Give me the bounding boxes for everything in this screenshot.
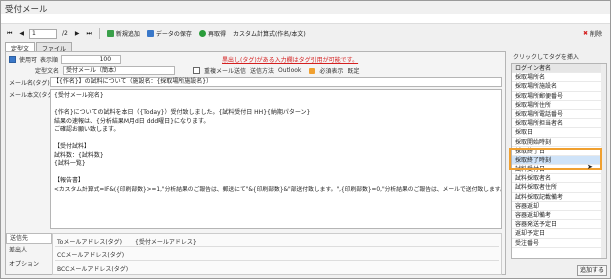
body-line: {受付メール宛名} — [54, 92, 104, 99]
tab-options[interactable]: オプション — [6, 258, 52, 272]
settings-row: 定型文名 受付メール（簡本） 重複メール送信 送信方法 Outlook 必須表示… — [9, 66, 359, 75]
mail-template-window: 受付メール ⏮ ◀ 1 /2 ▶ ⏭ 新規追加 データの保存 再取得 カスタム計… — [0, 0, 611, 279]
template-name-label: 定型文名 — [35, 68, 60, 75]
tag-item[interactable]: ログイン者名 — [512, 64, 606, 74]
body-line: 【受付試料】 — [54, 143, 91, 150]
display-order-label: 表示順 — [40, 57, 59, 64]
last-page-icon[interactable]: ⏭ — [85, 28, 94, 40]
display-order-input[interactable]: 100 — [61, 55, 122, 64]
new-label: 新規追加 — [115, 31, 140, 38]
cc-label: CCメールアドレス(タグ) — [57, 252, 125, 259]
body-line — [54, 101, 498, 110]
tag-item[interactable]: 容器発送予定日 — [512, 220, 606, 230]
body-line — [54, 135, 498, 144]
save-button[interactable]: データの保存 — [145, 28, 194, 40]
send-method-label: 送信方法 — [250, 68, 275, 75]
header-strip — [1, 14, 610, 24]
prev-page-icon[interactable]: ◀ — [17, 28, 26, 40]
usage-row: 使用可 表示順 100 — [9, 55, 122, 64]
to-input[interactable]: {受付メールアドレス} — [135, 237, 197, 246]
body-line: <カスタム計算式=IF&({印刷部数}>=1,"分析結果のご報告は、郵送にて"&… — [54, 186, 501, 193]
body-line — [54, 169, 498, 178]
body-line: 試料数：{試料数} — [54, 151, 104, 159]
custom-formula-button[interactable]: カスタム計算式(作名/本文) — [231, 28, 308, 40]
template-name-input[interactable]: 受付メール（簡本） — [63, 66, 176, 75]
divider — [55, 260, 499, 261]
use-checkbox[interactable] — [9, 56, 16, 63]
tag-item[interactable]: 試料採取者住所 — [512, 183, 606, 193]
save-label: データの保存 — [155, 31, 192, 38]
tag-item[interactable]: 採取開始時刻 — [512, 138, 606, 147]
divider — [55, 246, 499, 247]
tag-item[interactable]: 容器返却 — [512, 202, 606, 211]
next-page-icon[interactable]: ▶ — [73, 28, 82, 40]
body-line: ご確認お願い致します。 — [54, 126, 120, 133]
toolbar: ⏮ ◀ 1 /2 ▶ ⏭ 新規追加 データの保存 再取得 カスタム計算式(作名/… — [1, 25, 610, 42]
use-label: 使用可 — [19, 57, 38, 64]
tag-panel-header: クリックしてタグを挿入 — [513, 54, 579, 61]
body-label: メール本文(タグ) — [9, 92, 56, 99]
tag-item[interactable]: 採取場所施設名 — [512, 82, 606, 92]
page-number-input[interactable]: 1 — [29, 28, 58, 39]
dup-send-checkbox[interactable] — [193, 67, 201, 74]
importance-label: 必須表示 — [319, 68, 344, 75]
body-line: {試料一覧} — [54, 160, 86, 167]
delete-label: 削除 — [589, 31, 602, 38]
first-page-icon[interactable]: ⏮ — [5, 28, 14, 40]
tag-item[interactable]: 採取場所電話番号 — [512, 110, 606, 120]
subject-label: メール名(タグ) — [9, 80, 50, 87]
importance-value[interactable]: 既定 — [347, 66, 359, 75]
subject-input[interactable]: 【{作名}】の試料について（施設名：{採取場所施設名}） — [50, 77, 502, 87]
bcc-label: BCCメールアドレス(タグ) — [57, 266, 129, 273]
toolbar-divider — [98, 28, 100, 39]
recipient-panel: Toメールアドレス(タグ) {受付メールアドレス} CCメールアドレス(タグ) … — [52, 233, 502, 275]
body-line: {作名}についての試料を本日（{Today}）受付致しました。{試料受付日 HH… — [54, 109, 311, 116]
delete-button[interactable]: ✖ 削除 — [581, 28, 604, 40]
tag-item[interactable]: 試料採取者名 — [512, 174, 606, 184]
recipient-tabs: 送信先 差出人 オプション — [6, 233, 52, 275]
dup-send-label: 重複メール送信 — [204, 68, 247, 75]
save-icon — [146, 30, 154, 37]
body-line: 【報告書】 — [54, 177, 85, 184]
tag-item[interactable]: 受注番号 — [512, 239, 606, 248]
custom-formula-label: カスタム計算式(作名/本文) — [232, 31, 306, 38]
cc-input[interactable] — [135, 249, 497, 258]
tag-item[interactable]: 容器返却備考 — [512, 211, 606, 221]
tag-item[interactable]: 採取場所郵便番号 — [512, 92, 606, 101]
reload-label: 再取得 — [207, 31, 226, 38]
delete-icon: ✖ — [582, 30, 588, 37]
to-label: Toメールアドレス(タグ) — [57, 239, 122, 246]
refresh-icon — [198, 30, 206, 37]
tag-item[interactable]: 返却予定日 — [512, 229, 606, 239]
cursor-icon: ➤ — [587, 163, 593, 171]
send-method-value[interactable]: Outlook — [278, 67, 301, 74]
tag-warning: 黒出し(タグ)がある入力欄はタグ引用が可能です。 — [222, 57, 359, 64]
new-button[interactable]: 新規追加 — [105, 28, 142, 40]
tag-item[interactable]: 採取日 — [512, 128, 606, 138]
tag-item[interactable]: 採取場所名 — [512, 73, 606, 83]
tab-recipients[interactable]: 送信先 — [6, 233, 52, 244]
tag-item[interactable]: 採取場所住所 — [512, 101, 606, 110]
tab-sender[interactable]: 差出人 — [6, 244, 52, 258]
add-tag-button[interactable]: 追加する — [577, 265, 607, 276]
body-line: 結果の速報は、{分析結果M月d日 ddd曜日}になります。 — [54, 117, 210, 125]
tag-item[interactable]: 採取場所担当者名 — [512, 119, 606, 129]
template-editor: 使用可 表示順 100 黒出し(タグ)がある入力欄はタグ引用が可能です。 定型文… — [5, 51, 506, 275]
tag-item[interactable]: 試料採取記載備考 — [512, 193, 606, 202]
bcc-input[interactable] — [135, 263, 497, 272]
warning-icon — [309, 67, 316, 74]
body-textarea[interactable]: {受付メール宛名} {作名}についての試料を本日（{Today}）受付致しました… — [50, 89, 502, 229]
reload-button[interactable]: 再取得 — [197, 28, 228, 40]
plus-icon — [106, 30, 114, 37]
page-total: /2 — [62, 30, 68, 37]
